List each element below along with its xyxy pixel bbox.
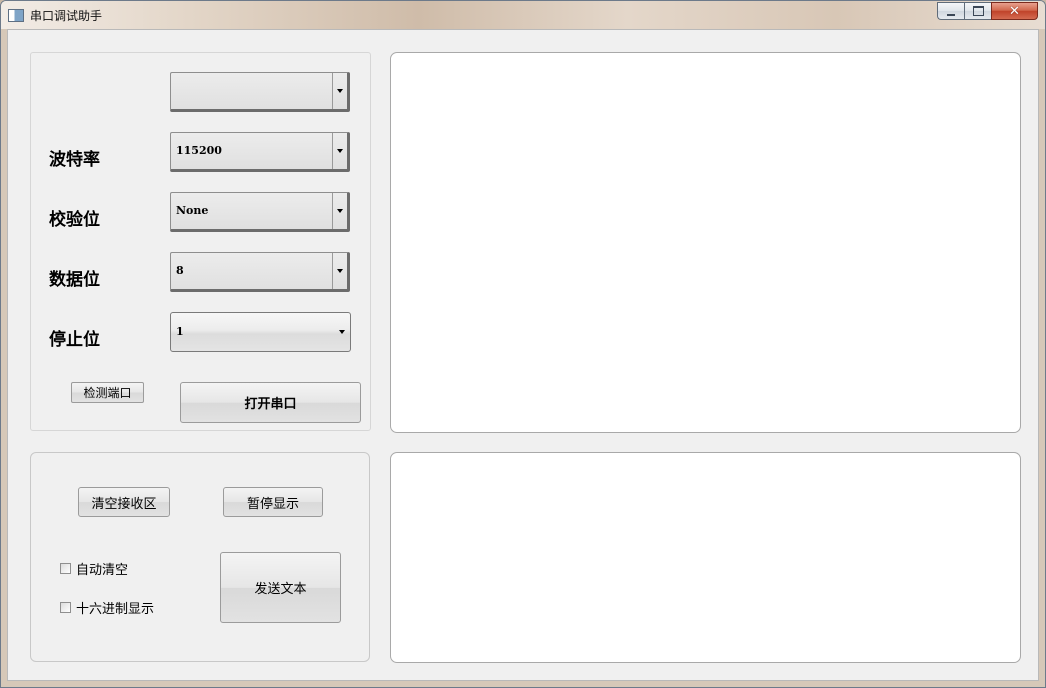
baud-label: 波特率: [49, 150, 100, 170]
hex-display-checkbox[interactable]: 十六进制显示: [60, 598, 154, 617]
stopbits-combo[interactable]: 1: [170, 312, 351, 352]
parity-dropdown-button[interactable]: [332, 193, 347, 229]
maximize-icon: [972, 6, 984, 16]
send-text-button[interactable]: 发送文本: [220, 552, 341, 623]
parity-label: 校验位: [49, 210, 100, 230]
chevron-down-icon: [337, 269, 343, 273]
send-textarea[interactable]: [390, 452, 1021, 663]
window-title: 串口调试助手: [30, 9, 103, 23]
close-button[interactable]: ✕: [991, 2, 1038, 20]
parity-value: None: [176, 204, 209, 217]
open-port-button[interactable]: 打开串口: [180, 382, 361, 423]
stopbits-dropdown-button[interactable]: [334, 313, 350, 351]
baud-combo[interactable]: 115200: [170, 132, 350, 172]
close-icon: ✕: [1009, 3, 1020, 19]
stopbits-label: 停止位: [49, 330, 100, 350]
chevron-down-icon: [337, 209, 343, 213]
baud-dropdown-button[interactable]: [332, 133, 347, 169]
auto-clear-label: 自动清空: [76, 563, 129, 578]
databits-label: 数据位: [49, 270, 100, 290]
window-icon: [8, 9, 24, 22]
pause-display-button[interactable]: 暂停显示: [223, 487, 323, 517]
app-window: 串口调试助手 ✕ 波特率 115200 校验位 None 数据位 8 停止位 1…: [0, 0, 1046, 688]
display-controls-group: 清空接收区 暂停显示 自动清空 十六进制显示 发送文本: [30, 452, 370, 662]
maximize-button[interactable]: [964, 2, 991, 20]
receive-textarea[interactable]: [390, 52, 1021, 433]
auto-clear-checkbox[interactable]: 自动清空: [60, 559, 128, 578]
baud-value: 115200: [176, 144, 222, 157]
serial-settings-group: 波特率 115200 校验位 None 数据位 8 停止位 1 检测端口 打开串…: [30, 52, 371, 431]
chevron-down-icon: [337, 149, 343, 153]
checkbox-box[interactable]: [60, 602, 71, 613]
parity-combo[interactable]: None: [170, 192, 350, 232]
databits-combo[interactable]: 8: [170, 252, 350, 292]
databits-value: 8: [176, 264, 184, 277]
databits-dropdown-button[interactable]: [332, 253, 347, 289]
detect-port-button[interactable]: 检测端口: [71, 382, 144, 403]
minimize-icon: [947, 13, 955, 16]
port-dropdown-button[interactable]: [332, 73, 347, 109]
stopbits-value: 1: [176, 325, 184, 338]
minimize-button[interactable]: [937, 2, 964, 20]
checkbox-box[interactable]: [60, 563, 71, 574]
title-bar[interactable]: 串口调试助手 ✕: [1, 1, 1045, 29]
chevron-down-icon: [339, 330, 345, 334]
window-controls: ✕: [937, 2, 1038, 20]
hex-display-label: 十六进制显示: [76, 602, 155, 617]
client-area: 波特率 115200 校验位 None 数据位 8 停止位 1 检测端口 打开串…: [7, 29, 1039, 681]
chevron-down-icon: [337, 89, 343, 93]
clear-receive-button[interactable]: 清空接收区: [78, 487, 170, 517]
port-combo[interactable]: [170, 72, 350, 112]
